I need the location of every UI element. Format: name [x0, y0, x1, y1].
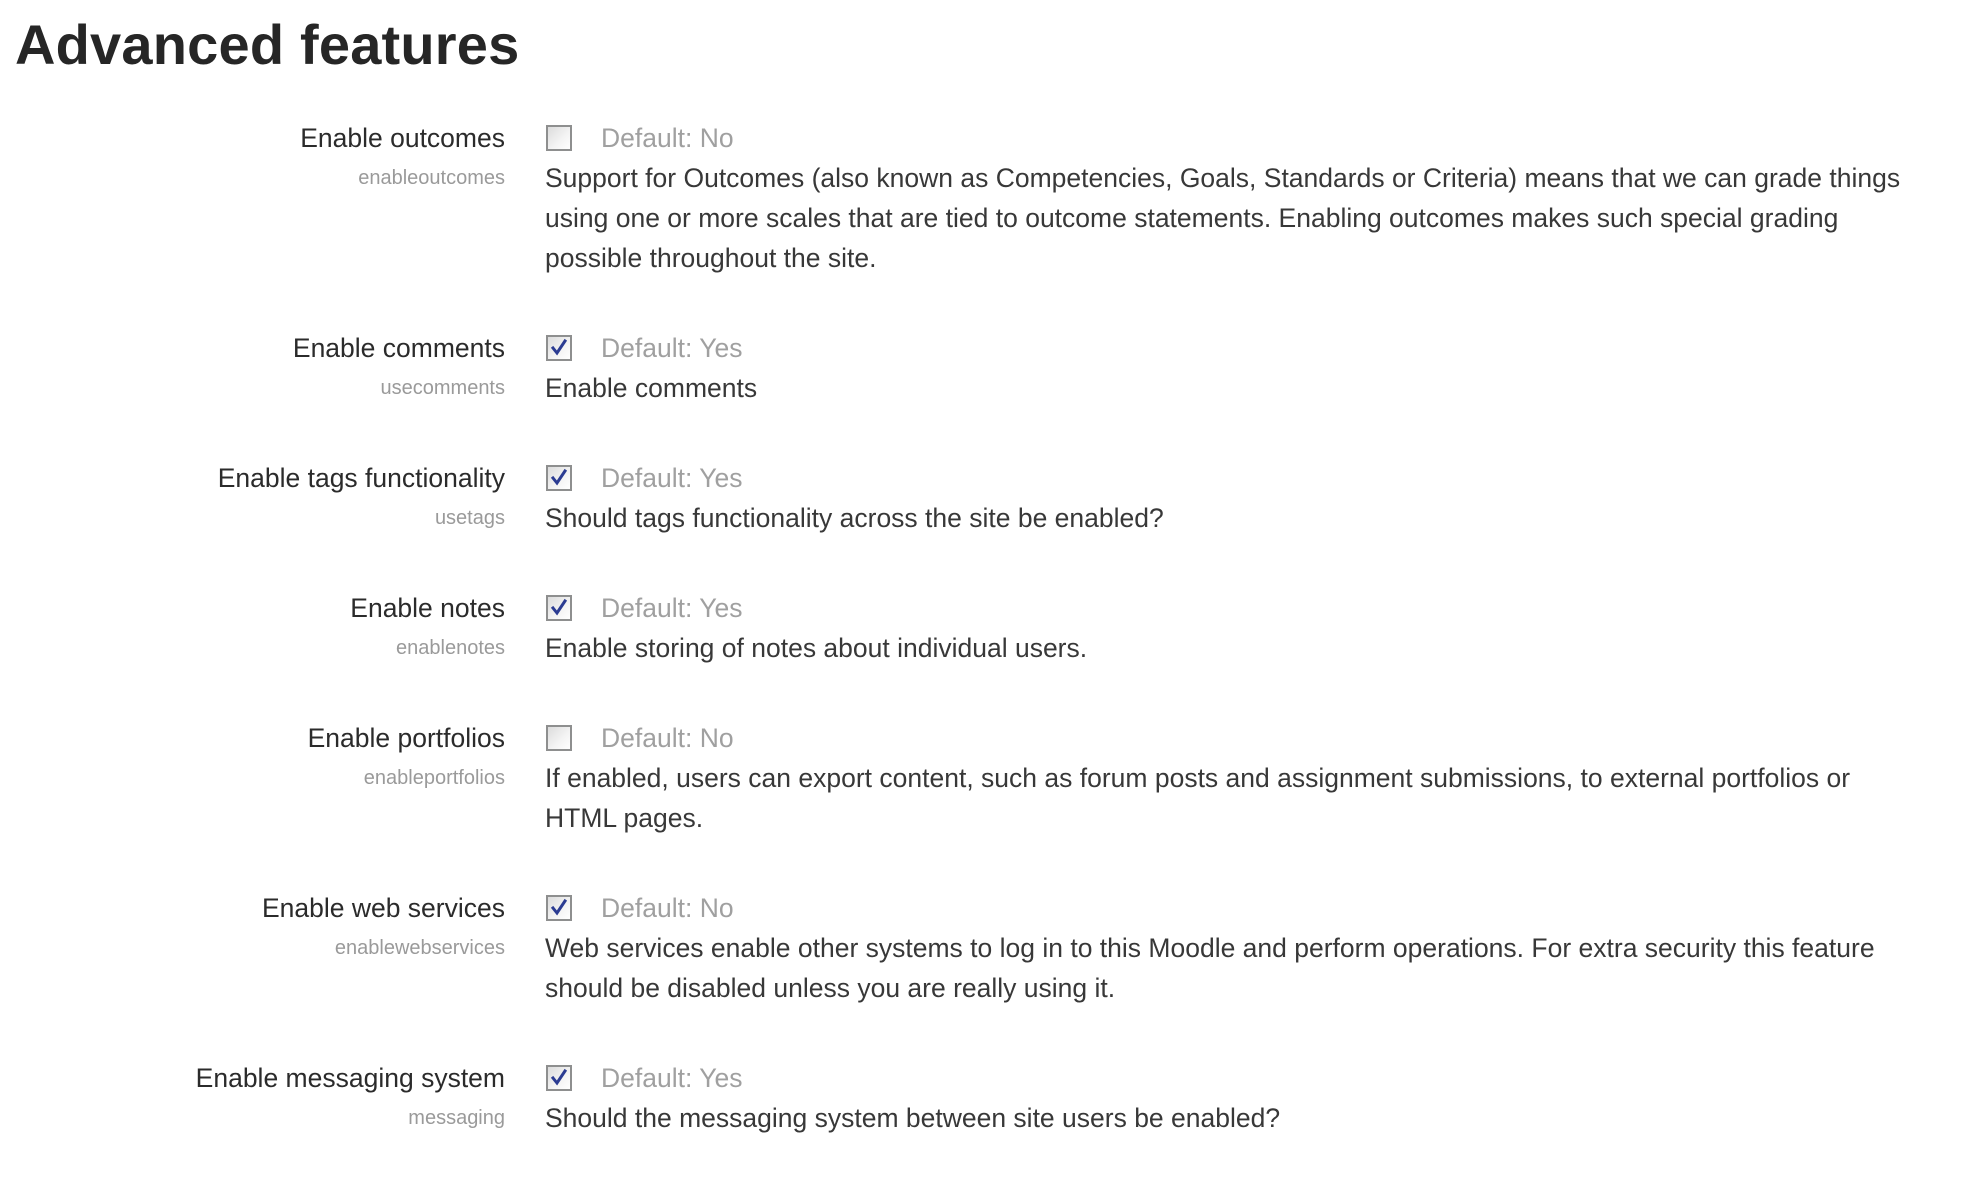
setting-description: Should tags functionality across the sit… [545, 503, 1164, 533]
default-value: Default: Yes [601, 333, 743, 363]
messaging-checkbox[interactable] [546, 1065, 572, 1091]
setting-content: Default: Yes Should the messaging system… [545, 1058, 1935, 1138]
settings-list: Enable outcomes enableoutcomes Default: … [0, 118, 1962, 1188]
default-value: Default: Yes [601, 463, 743, 493]
setting-label[interactable]: Enable messaging system [0, 1058, 505, 1098]
setting-key: usecomments [380, 377, 506, 399]
check-icon [550, 468, 568, 486]
control-line: Default: Yes [545, 588, 1935, 628]
setting-label-column: Enable comments usecomments [0, 328, 505, 408]
check-icon [550, 1068, 568, 1086]
setting-label-column: Enable outcomes enableoutcomes [0, 118, 505, 278]
setting-content: Default: Yes Should tags functionality a… [545, 458, 1935, 538]
setting-label-column: Enable tags functionality usetags [0, 458, 505, 538]
control-line: Default: Yes [545, 328, 1935, 368]
enablenotes-checkbox[interactable] [546, 595, 572, 621]
setting-label-column: Enable notes enablenotes [0, 588, 505, 668]
check-icon [550, 598, 568, 616]
usecomments-checkbox[interactable] [546, 335, 572, 361]
enableoutcomes-checkbox[interactable] [546, 125, 572, 151]
setting-key: usetags [434, 507, 505, 529]
setting-key: enablewebservices [334, 937, 505, 959]
setting-key: messaging [408, 1107, 505, 1129]
enablewebservices-checkbox[interactable] [546, 895, 572, 921]
setting-content: Default: No Support for Outcomes (also k… [545, 118, 1935, 278]
setting-label[interactable]: Enable outcomes [0, 118, 505, 158]
setting-content: Default: No Web services enable other sy… [545, 888, 1935, 1008]
setting-description: Should the messaging system between site… [545, 1103, 1281, 1133]
default-value: Default: No [601, 723, 734, 753]
control-line: Default: Yes [545, 458, 1935, 498]
setting-label[interactable]: Enable tags functionality [0, 458, 505, 498]
setting-content: Default: Yes Enable comments [545, 328, 1935, 408]
default-value: Default: Yes [601, 1063, 743, 1093]
control-line: Default: No [545, 888, 1935, 928]
enableportfolios-checkbox[interactable] [546, 725, 572, 751]
default-value: Default: No [601, 893, 734, 923]
setting-description: If enabled, users can export content, su… [545, 763, 1851, 833]
setting-key: enablenotes [396, 637, 505, 659]
control-line: Default: No [545, 718, 1935, 758]
setting-row-enableportfolios: Enable portfolios enableportfolios Defau… [0, 718, 1962, 838]
setting-description: Web services enable other systems to log… [545, 933, 1875, 1003]
setting-row-enablenotes: Enable notes enablenotes Default: Yes En… [0, 588, 1962, 668]
page-title: Advanced features [15, 13, 520, 76]
setting-label[interactable]: Enable comments [0, 328, 505, 368]
setting-key: enableoutcomes [358, 167, 505, 189]
setting-label[interactable]: Enable portfolios [0, 718, 505, 758]
usetags-checkbox[interactable] [546, 465, 572, 491]
setting-label[interactable]: Enable web services [0, 888, 505, 928]
setting-content: Default: Yes Enable storing of notes abo… [545, 588, 1935, 668]
setting-description: Enable comments [545, 373, 758, 403]
setting-content: Default: No If enabled, users can export… [545, 718, 1935, 838]
setting-description: Support for Outcomes (also known as Comp… [545, 163, 1901, 273]
setting-label-column: Enable messaging system messaging [0, 1058, 505, 1138]
check-icon [550, 898, 568, 916]
setting-label[interactable]: Enable notes [0, 588, 505, 628]
setting-row-usetags: Enable tags functionality usetags Defaul… [0, 458, 1962, 538]
setting-label-column: Enable portfolios enableportfolios [0, 718, 505, 838]
setting-row-usecomments: Enable comments usecomments Default: Yes… [0, 328, 1962, 408]
setting-row-enablewebservices: Enable web services enablewebservices De… [0, 888, 1962, 1008]
default-value: Default: No [601, 123, 734, 153]
setting-row-enableoutcomes: Enable outcomes enableoutcomes Default: … [0, 118, 1962, 278]
setting-description: Enable storing of notes about individual… [545, 633, 1088, 663]
control-line: Default: No [545, 118, 1935, 158]
check-icon [550, 338, 568, 356]
default-value: Default: Yes [601, 593, 743, 623]
setting-label-column: Enable web services enablewebservices [0, 888, 505, 1008]
control-line: Default: Yes [545, 1058, 1935, 1098]
setting-key: enableportfolios [363, 767, 505, 789]
setting-row-messaging: Enable messaging system messaging Defaul… [0, 1058, 1962, 1138]
